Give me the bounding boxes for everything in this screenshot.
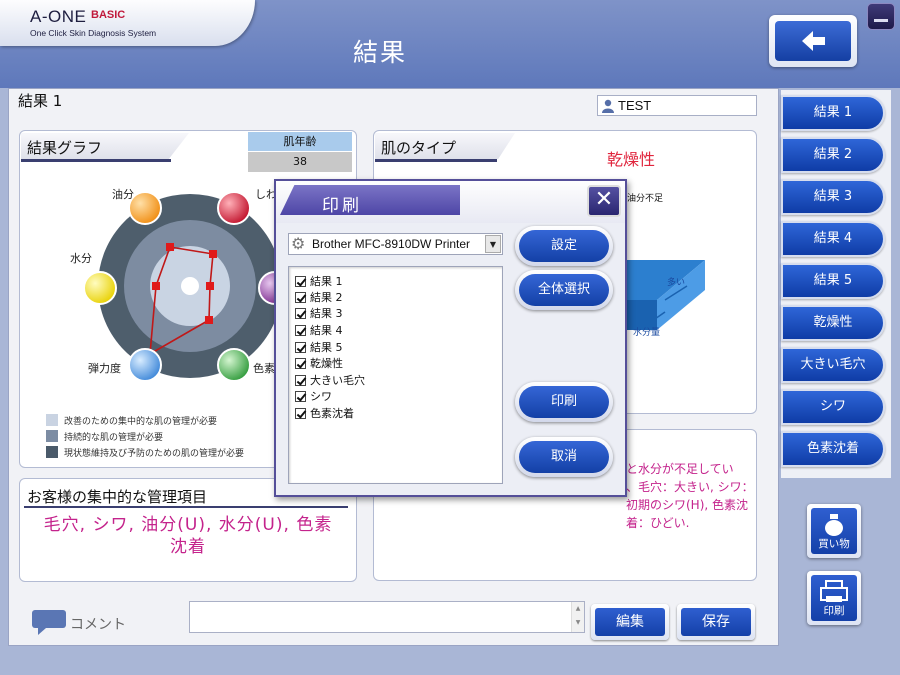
graph-panel-title: 結果グラフ	[27, 139, 103, 157]
result-label: 結果 1	[18, 92, 63, 110]
graph-legend: 改善のための集中的な肌の管理が必要 持続的な肌の管理が必要 現状態維持及び予防の…	[46, 412, 244, 460]
wrinkle-ball	[217, 191, 251, 225]
nav-result-5[interactable]: 結果 5	[781, 263, 885, 299]
back-button[interactable]	[769, 15, 857, 67]
gear-icon: ⚙	[291, 234, 306, 253]
more-label: 多い	[667, 276, 685, 288]
comment-input[interactable]: ▲ ▼	[189, 601, 585, 633]
skin-type-value: 乾燥性	[607, 150, 656, 169]
checkbox[interactable]	[295, 275, 306, 287]
axis-oil: 油分	[112, 187, 134, 201]
checkbox[interactable]	[295, 307, 306, 319]
checkbox[interactable]	[295, 324, 306, 336]
back-arrow-icon	[802, 31, 825, 51]
print-item[interactable]: 結果 3	[295, 305, 343, 321]
print-item[interactable]: 結果 4	[295, 322, 343, 338]
printer-select[interactable]: ⚙ Brother MFC-8910DW Printer ▼	[288, 233, 503, 255]
comment-icon	[32, 610, 66, 635]
axis-moisture: 水分	[70, 252, 92, 265]
checkbox[interactable]	[295, 407, 306, 419]
nav-result-3[interactable]: 結果 3	[781, 179, 885, 215]
minimize-icon	[874, 19, 888, 22]
app-edition: BASIC	[91, 9, 126, 21]
print-dialog-title: 印刷	[322, 196, 362, 216]
graph-panel-tab: 結果グラフ	[21, 133, 189, 159]
user-name: TEST	[618, 98, 652, 113]
settings-button[interactable]: 設定	[515, 226, 613, 266]
legend-item: 改善のための集中的な肌の管理が必要	[46, 412, 244, 428]
nav-pigmentation[interactable]: 色素沈着	[781, 431, 885, 467]
skin-type-panel-tab: 肌のタイプ	[375, 133, 515, 159]
axis-elasticity: 弾力度	[88, 361, 121, 375]
print-dialog: 印刷 ✕ ⚙ Brother MFC-8910DW Printer ▼ 結果 1…	[274, 179, 627, 497]
moisture-ball	[83, 271, 117, 305]
comment-label: コメント	[70, 617, 126, 633]
checkbox[interactable]	[295, 374, 306, 386]
user-field: TEST	[597, 95, 757, 116]
nav-result-4[interactable]: 結果 4	[781, 221, 885, 257]
person-icon	[602, 99, 614, 113]
nav-large-pores[interactable]: 大きい毛穴	[781, 347, 885, 383]
checkbox[interactable]	[295, 390, 306, 402]
print-item[interactable]: 大きい毛穴	[295, 372, 365, 388]
skin-age-label: 肌年齢	[248, 132, 352, 151]
nav-result-2[interactable]: 結果 2	[781, 137, 885, 173]
select-all-button[interactable]: 全体選択	[515, 270, 613, 310]
legend-item: 持続的な肌の管理が必要	[46, 428, 244, 444]
moisture-amount-label: 水分量	[633, 326, 660, 338]
print-item[interactable]: 結果 1	[295, 273, 343, 289]
print-item[interactable]: 結果 5	[295, 339, 343, 355]
minimize-button[interactable]	[867, 3, 895, 30]
save-button[interactable]: 保存	[677, 604, 755, 640]
skin-type-chart: 多い 水分量	[627, 260, 705, 338]
chevron-down-icon[interactable]: ▼	[485, 235, 501, 253]
skin-type-panel-title: 肌のタイプ	[381, 139, 457, 157]
elasticity-ball	[128, 348, 162, 382]
focus-panel-title: お客様の集中的な管理項目	[27, 488, 208, 506]
app-name: A-ONE	[30, 7, 87, 26]
print-item[interactable]: 結果 2	[295, 289, 343, 305]
print-item[interactable]: 色素沈着	[295, 405, 354, 421]
print-item[interactable]: 乾燥性	[295, 355, 343, 371]
pigment-ball	[217, 348, 251, 382]
checkbox[interactable]	[295, 341, 306, 353]
print-item[interactable]: シワ	[295, 388, 332, 404]
edit-button[interactable]: 編集	[591, 604, 669, 640]
close-button[interactable]: ✕	[587, 185, 621, 217]
radar-chart: 油分 しわ 水分 弾力度 色素	[70, 187, 292, 382]
axis-pigment: 色素	[253, 361, 275, 375]
legend-item: 現状態維持及び予防のための肌の管理が必要	[46, 444, 244, 460]
checkbox[interactable]	[295, 357, 306, 369]
focus-items-text: 毛穴, シワ, 油分(U), 水分(U), 色素沈着	[43, 515, 333, 557]
print-dialog-title-bar: 印刷 ✕	[276, 181, 625, 223]
printer-name: Brother MFC-8910DW Printer	[312, 237, 471, 251]
oil-axis-label: 油分不足	[627, 194, 664, 204]
page-title: 結果	[352, 38, 407, 67]
header-bar: A-ONE BASIC One Click Skin Diagnosis Sys…	[0, 0, 900, 88]
nav-wrinkles[interactable]: シワ	[781, 389, 885, 425]
print-confirm-button[interactable]: 印刷	[515, 382, 613, 422]
cancel-button[interactable]: 取消	[515, 437, 613, 477]
shopping-button[interactable]: 買い物	[807, 504, 861, 558]
nav-dry[interactable]: 乾燥性	[781, 305, 885, 341]
close-icon: ✕	[594, 187, 614, 212]
checkbox[interactable]	[295, 291, 306, 303]
comment-scrollbar[interactable]: ▲ ▼	[571, 602, 584, 632]
nav-result-1[interactable]: 結果 1	[781, 95, 885, 131]
print-item-list: 結果 1 結果 2 結果 3 結果 4 結果 5 乾燥性 大きい毛穴 シワ 色素…	[288, 266, 503, 484]
print-button[interactable]: 印刷	[807, 571, 861, 625]
